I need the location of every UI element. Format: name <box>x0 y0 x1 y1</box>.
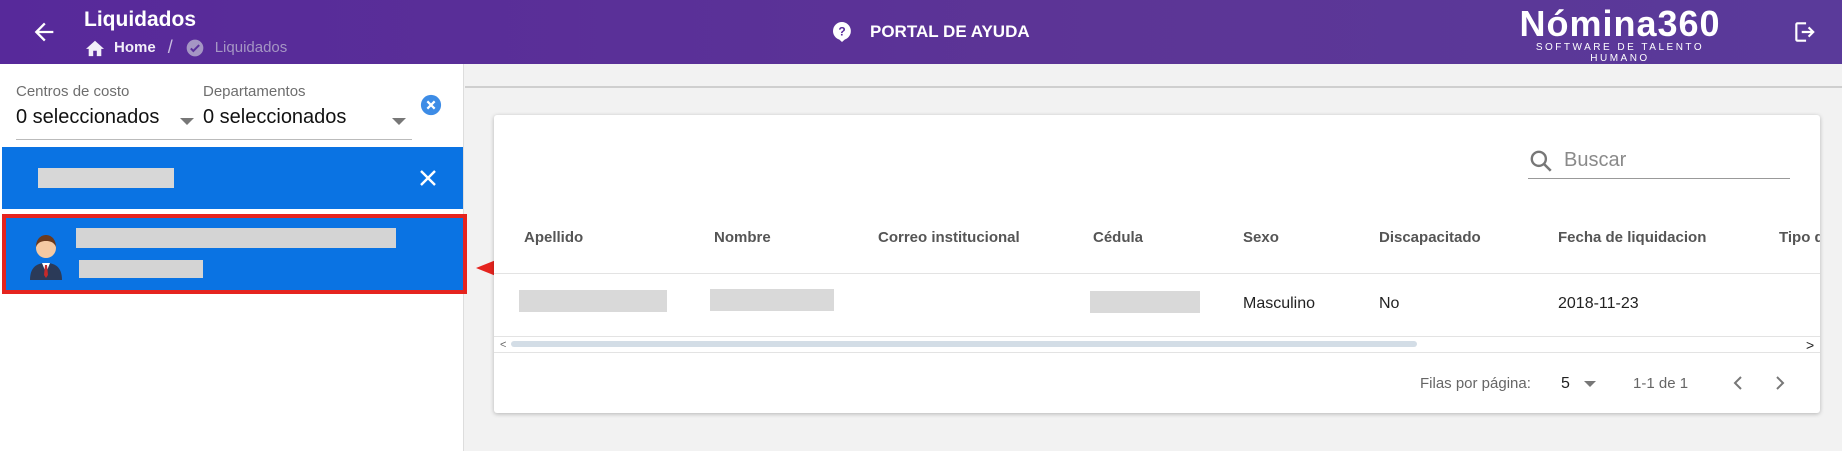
help-portal-label: PORTAL DE AYUDA <box>870 22 1030 41</box>
page-title: Liquidados <box>84 8 196 31</box>
cost-centers-label: Centros de costo <box>16 83 130 100</box>
scroll-left-icon[interactable]: < <box>500 339 506 351</box>
chevron-left-icon[interactable] <box>1726 371 1750 395</box>
redacted-apellido <box>519 290 667 312</box>
check-circle-icon <box>186 39 204 56</box>
help-icon: ? <box>833 22 851 42</box>
avatar <box>30 235 62 280</box>
departments-dropdown-icon[interactable] <box>392 118 406 125</box>
column-header-sexo[interactable]: Sexo <box>1243 229 1279 246</box>
redacted-employee-id <box>79 260 203 278</box>
search-icon <box>1530 150 1552 172</box>
breadcrumb-current: Liquidados <box>214 39 288 56</box>
employee-search-bar[interactable] <box>2 147 463 209</box>
scrollbar-thumb[interactable] <box>511 341 1417 347</box>
column-header-apellido[interactable]: Apellido <box>524 229 583 246</box>
rows-per-page-label: Filas por página: <box>1420 375 1531 392</box>
column-header-correo[interactable]: Correo institucional <box>878 229 1020 246</box>
cost-centers-select[interactable]: 0 seleccionados <box>16 106 159 129</box>
breadcrumb: Home / Liquidados <box>84 37 287 58</box>
redacted-search-text <box>38 168 174 188</box>
logout-icon[interactable] <box>1792 19 1818 45</box>
redacted-nombre <box>710 289 834 311</box>
breadcrumb-home[interactable]: Home <box>114 39 156 56</box>
close-icon[interactable] <box>418 168 438 188</box>
logo-tagline: SOFTWARE DE TALENTO HUMANO <box>1535 42 1705 64</box>
redacted-employee-name <box>76 228 396 248</box>
column-header-nombre[interactable]: Nombre <box>714 229 771 246</box>
liquidated-table-card: Apellido Nombre Correo institucional Céd… <box>494 115 1820 413</box>
cell-sexo: Masculino <box>1243 295 1316 312</box>
footer-divider <box>494 352 1820 353</box>
content-divider <box>465 86 1842 88</box>
column-header-cedula[interactable]: Cédula <box>1093 229 1143 246</box>
scroll-right-icon[interactable]: > <box>1806 337 1814 353</box>
table-search[interactable] <box>1528 143 1790 179</box>
breadcrumb-separator: / <box>167 37 173 57</box>
search-input[interactable] <box>1564 147 1784 173</box>
column-header-fecha[interactable]: Fecha de liquidacion <box>1558 229 1706 246</box>
redacted-cedula <box>1090 291 1200 313</box>
cost-centers-dropdown-icon[interactable] <box>180 118 194 125</box>
svg-text:?: ? <box>838 25 845 39</box>
employee-list-item[interactable] <box>2 214 467 294</box>
brand-logo: Nómina360 SOFTWARE DE TALENTO HUMANO <box>1505 3 1735 65</box>
rows-per-page-select[interactable]: 5 <box>1561 375 1570 393</box>
help-portal-link[interactable]: ? PORTAL DE AYUDA <box>830 20 1030 44</box>
page-range: 1-1 de 1 <box>1633 375 1689 392</box>
header-divider <box>494 273 1820 274</box>
cell-discapacitado: No <box>1379 295 1400 312</box>
cell-fecha: 2018-11-23 <box>1558 295 1639 312</box>
clear-filters-icon[interactable] <box>420 94 442 116</box>
column-header-tipo[interactable]: Tipo d <box>1779 229 1820 246</box>
rows-per-page-dropdown-icon[interactable] <box>1584 381 1596 387</box>
home-icon[interactable] <box>84 39 106 57</box>
chevron-right-icon[interactable] <box>1768 371 1792 395</box>
departments-select[interactable]: 0 seleccionados <box>203 106 346 129</box>
back-arrow-icon[interactable] <box>30 18 58 46</box>
left-panel: Centros de costo 0 seleccionados Departa… <box>0 64 467 451</box>
column-header-discapacitado[interactable]: Discapacitado <box>1379 229 1481 246</box>
departments-label: Departamentos <box>203 83 306 100</box>
logo-name: Nómina360 <box>1519 3 1721 44</box>
horizontal-scrollbar[interactable]: < > <box>494 336 1820 353</box>
app-header: Liquidados Home / Liquidados ? PORTAL DE… <box>0 0 1842 64</box>
filters-underline <box>16 139 412 140</box>
